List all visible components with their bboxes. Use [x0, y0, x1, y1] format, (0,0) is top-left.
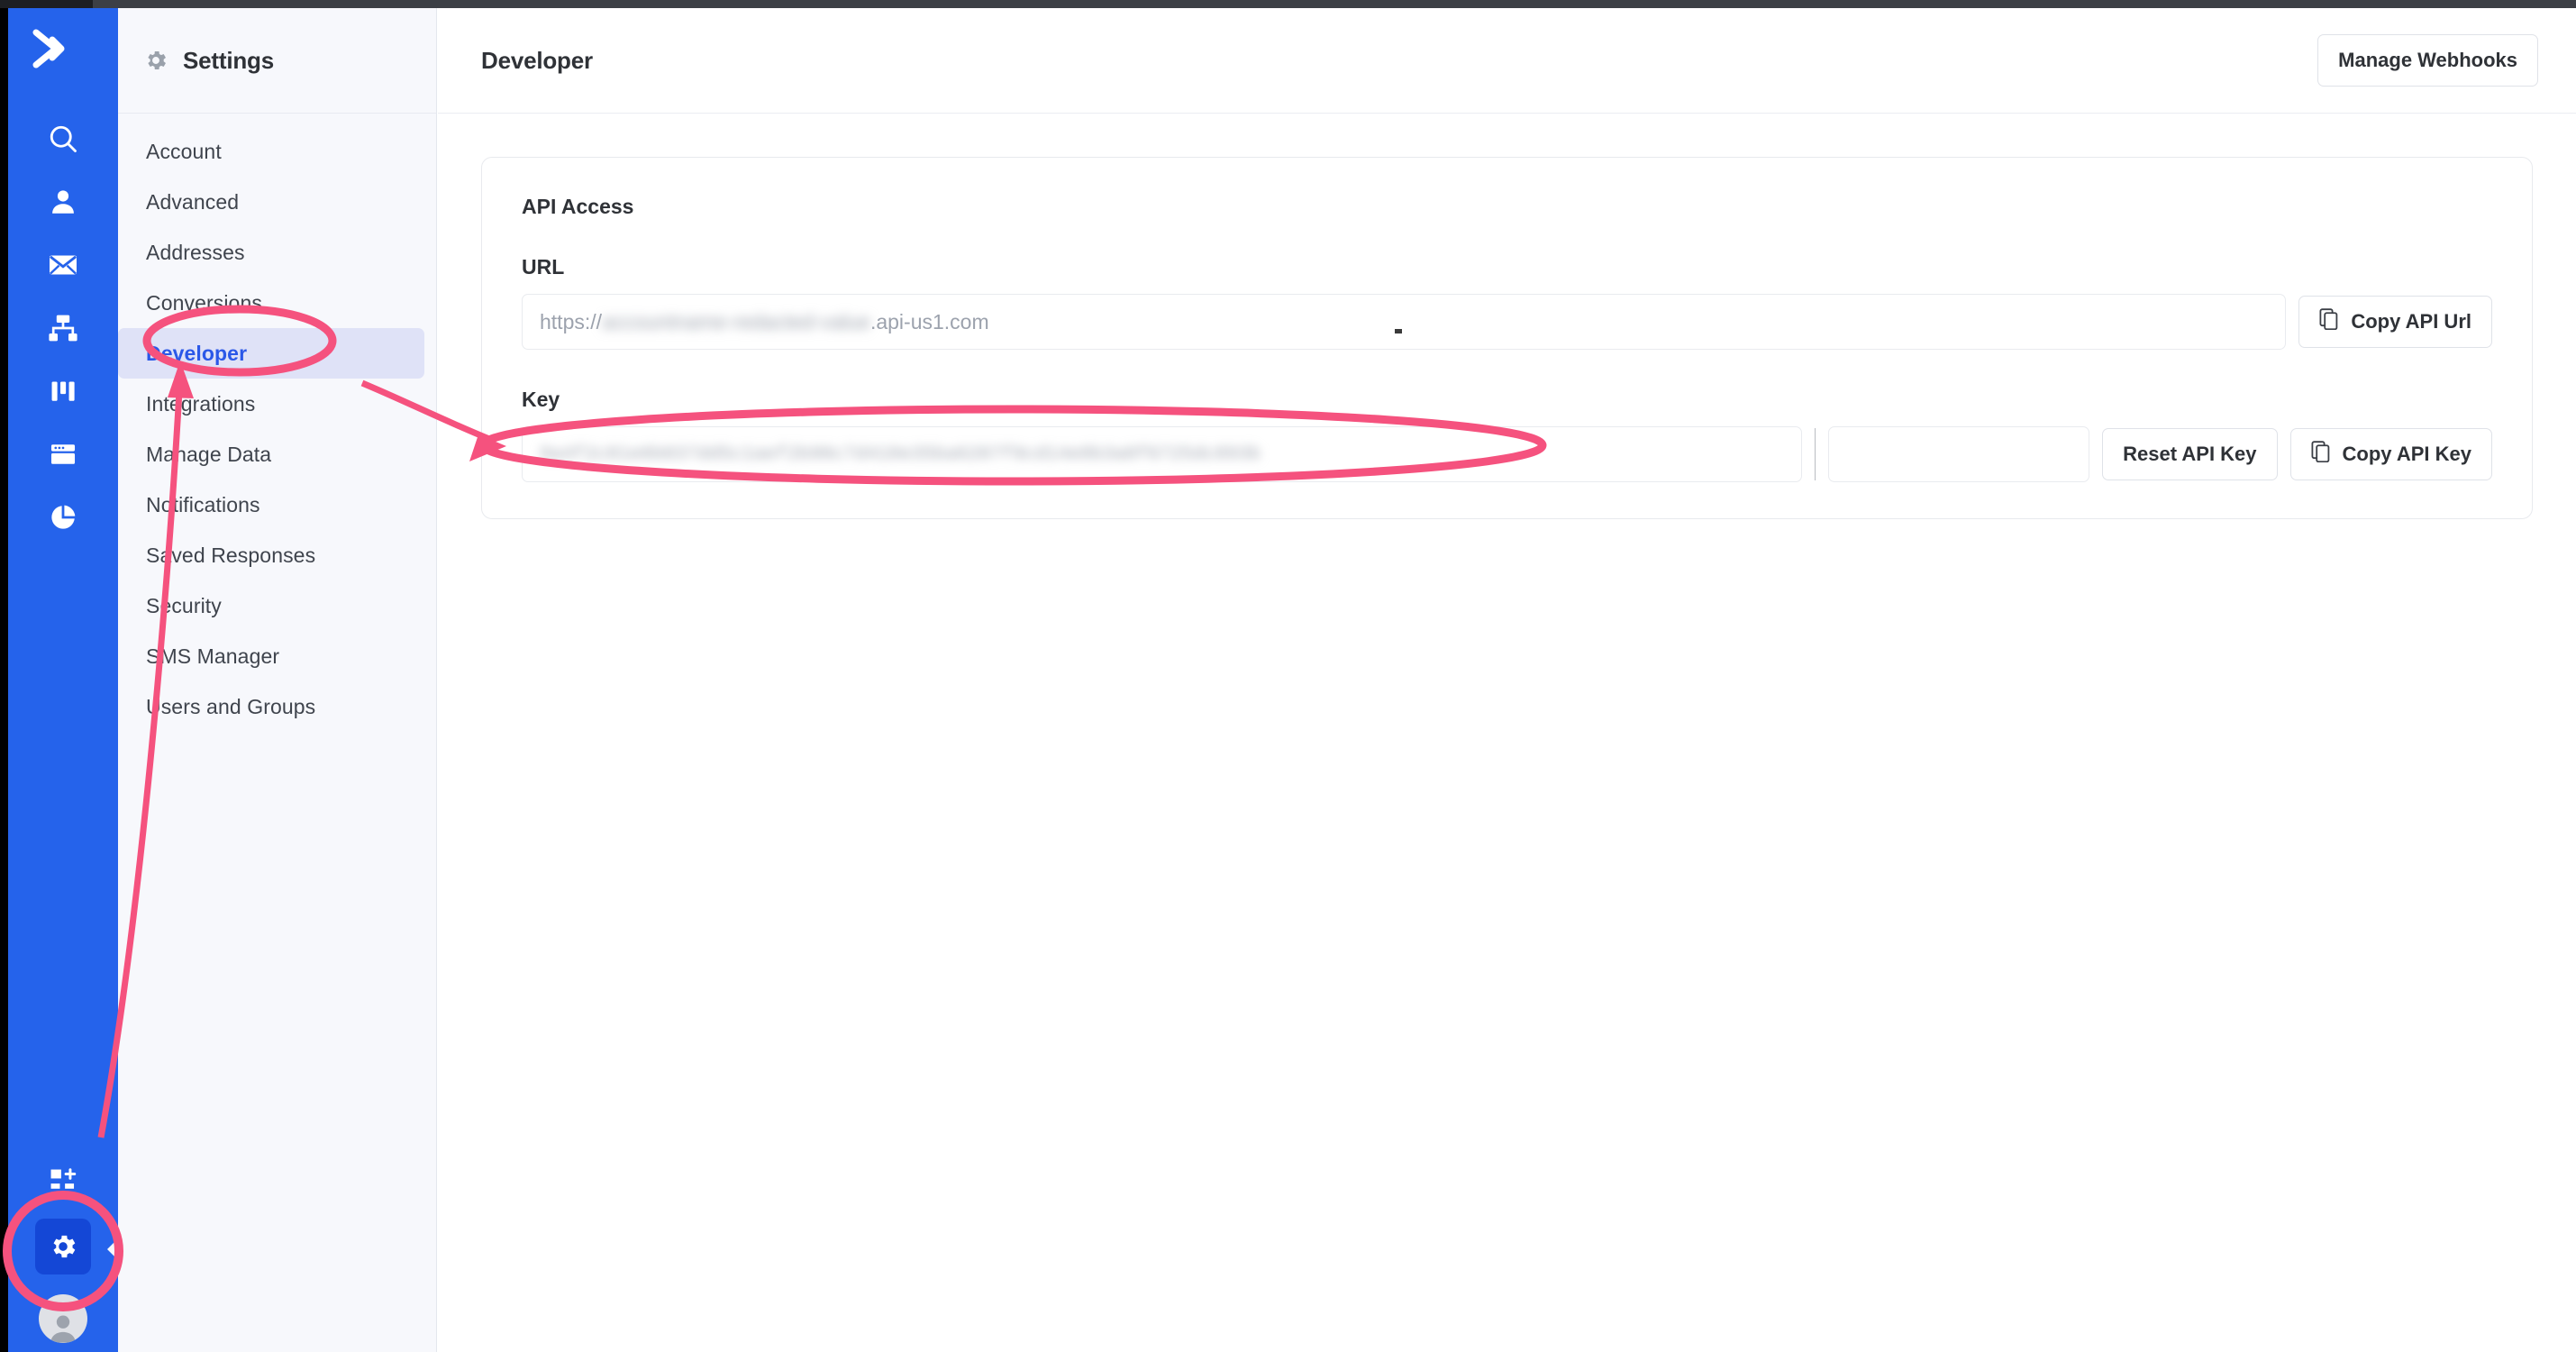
sidebar-item-sms-manager[interactable]: SMS Manager — [118, 631, 424, 681]
api-url-input[interactable]: https://accountname-redacted-value .api-u… — [522, 294, 2287, 350]
api-key-secondary-input[interactable] — [1828, 426, 2090, 482]
sidebar-item-label: Users and Groups — [146, 694, 316, 718]
app-root: Settings Account Advanced Addresses Conv… — [0, 0, 2576, 1352]
settings-gear-icon[interactable] — [35, 1219, 119, 1274]
sidebar-item-notifications[interactable]: Notifications — [118, 480, 424, 530]
copy-api-key-label: Copy API Key — [2342, 443, 2471, 465]
deals-kanban-icon[interactable] — [8, 360, 118, 423]
rail-bottom-group — [8, 1156, 119, 1352]
gear-icon — [143, 48, 168, 73]
sidebar-item-label: Notifications — [146, 492, 260, 516]
sidebar-item-security[interactable]: Security — [118, 580, 424, 631]
screen-artifact-dot — [1395, 329, 1402, 333]
url-suffix: .api-us1.com — [869, 309, 989, 333]
user-avatar[interactable] — [8, 1285, 118, 1352]
page-title: Developer — [481, 46, 593, 74]
window-chrome-strip — [0, 0, 2576, 8]
copy-icon — [2319, 308, 2339, 335]
sidebar-item-label: Account — [146, 139, 222, 163]
add-app-icon[interactable] — [8, 1156, 118, 1208]
page-header: Developer Manage Webhooks — [438, 8, 2576, 114]
reports-pie-icon[interactable] — [8, 486, 118, 549]
sidebar-item-label: Addresses — [146, 240, 245, 264]
campaigns-email-icon[interactable] — [8, 233, 118, 297]
screen-edge-gutter — [0, 8, 8, 1352]
text-cursor-divider — [1815, 428, 1816, 480]
rail-icon-list — [8, 107, 118, 549]
url-redacted-value: accountname-redacted-value — [602, 309, 870, 333]
sidebar-item-label: Manage Data — [146, 442, 272, 466]
api-key-group: Key 9a4f2c81e6b037dd5c1aef2b90c7d418e35b… — [522, 388, 2492, 482]
sidebar-item-label: Security — [146, 593, 222, 617]
sidebar-item-label: SMS Manager — [146, 644, 280, 668]
sidebar-item-conversions[interactable]: Conversions — [118, 278, 424, 328]
sidebar-item-addresses[interactable]: Addresses — [118, 227, 424, 278]
sidebar-item-developer[interactable]: Developer — [118, 328, 424, 379]
settings-sidebar-title: Settings — [183, 46, 274, 74]
contacts-icon[interactable] — [8, 170, 118, 233]
sidebar-item-advanced[interactable]: Advanced — [118, 177, 424, 227]
settings-sidebar: Settings Account Advanced Addresses Conv… — [118, 8, 437, 1352]
url-label: URL — [522, 255, 565, 279]
sidebar-item-label: Saved Responses — [146, 543, 316, 567]
copy-api-key-button[interactable]: Copy API Key — [2289, 428, 2492, 480]
page-body: API Access URL https://accountname-redac… — [438, 114, 2576, 1352]
reset-api-key-button[interactable]: Reset API Key — [2102, 428, 2278, 480]
double-chevron-logo-icon[interactable] — [25, 21, 88, 77]
sidebar-item-label: Developer — [146, 341, 248, 365]
key-redacted-value: 9a4f2c81e6b037dd5c1aef2b90c7d418e35ba620… — [540, 443, 1261, 465]
api-access-title: API Access — [522, 195, 634, 218]
settings-nav-list: Account Advanced Addresses Conversions D… — [118, 114, 436, 732]
copy-icon — [2311, 441, 2331, 468]
sidebar-item-label: Conversions — [146, 290, 262, 315]
main-content: Developer Manage Webhooks API Access URL… — [438, 8, 2576, 1352]
search-icon[interactable] — [8, 107, 118, 170]
settings-gear-button-wrap — [8, 1208, 119, 1285]
url-prefix: https:// — [540, 309, 603, 333]
app-icon-rail — [0, 8, 119, 1352]
website-pages-icon[interactable] — [8, 423, 118, 486]
sidebar-item-users-and-groups[interactable]: Users and Groups — [118, 681, 424, 732]
sidebar-item-saved-responses[interactable]: Saved Responses — [118, 530, 424, 580]
window-chrome-strip-left — [0, 0, 93, 8]
sidebar-item-account[interactable]: Account — [118, 126, 424, 177]
api-access-card: API Access URL https://accountname-redac… — [481, 157, 2533, 519]
settings-sidebar-header: Settings — [118, 8, 436, 114]
sidebar-item-manage-data[interactable]: Manage Data — [118, 429, 424, 480]
api-key-input[interactable]: 9a4f2c81e6b037dd5c1aef2b90c7d418e35ba620… — [522, 426, 1803, 482]
sidebar-item-label: Integrations — [146, 391, 256, 416]
sidebar-item-label: Advanced — [146, 189, 240, 214]
copy-api-url-label: Copy API Url — [2351, 310, 2471, 333]
manage-webhooks-button[interactable]: Manage Webhooks — [2317, 34, 2538, 87]
copy-api-url-button[interactable]: Copy API Url — [2298, 296, 2492, 348]
key-label: Key — [522, 388, 560, 411]
automations-icon[interactable] — [8, 297, 118, 360]
sidebar-item-integrations[interactable]: Integrations — [118, 379, 424, 429]
api-url-group: URL https://accountname-redacted-value .a… — [522, 255, 2492, 350]
